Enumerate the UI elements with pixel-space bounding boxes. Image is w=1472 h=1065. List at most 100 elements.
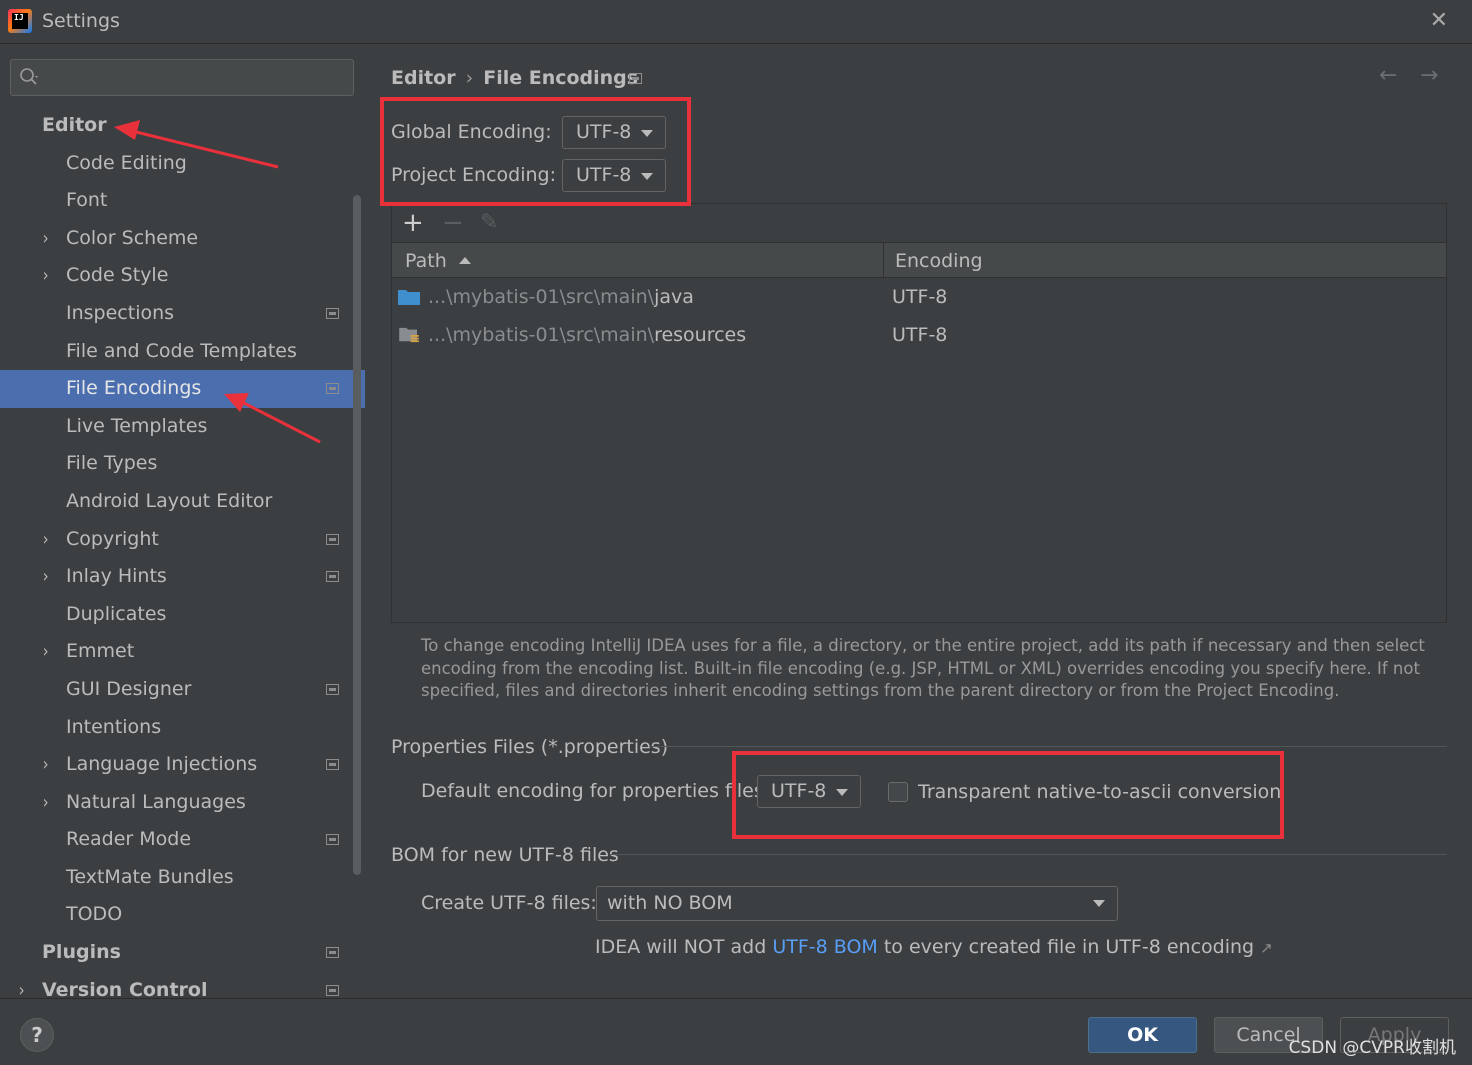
table-row[interactable]: ...\mybatis-01\src\main\java UTF-8 [392,278,1446,316]
sidebar-item-color-scheme[interactable]: › Color Scheme [0,220,350,258]
bom-note-before: IDEA will NOT add [595,936,773,958]
global-encoding-value: UTF-8 [576,121,632,143]
sidebar-item-inlay-hints[interactable]: › Inlay Hints [0,558,350,596]
breadcrumb-parent[interactable]: Editor [391,67,456,89]
sidebar-item-file-types[interactable]: File Types [0,445,350,483]
bom-select[interactable]: with NO BOM [596,886,1118,921]
sidebar-item-label: Reader Mode [66,828,192,851]
title-bar: IJ Settings ✕ [0,0,1472,44]
sidebar-item-label: Plugins [42,941,121,964]
section-separator [609,854,1447,855]
encoding-cell: UTF-8 [892,324,948,346]
sidebar-item-live-templates[interactable]: Live Templates [0,408,350,446]
sidebar-item-label: Natural Languages [66,790,246,813]
sidebar-item-inspections[interactable]: Inspections [0,295,350,333]
sidebar-item-intentions[interactable]: Intentions [0,709,350,747]
close-icon[interactable]: ✕ [1430,8,1448,33]
back-arrow-icon[interactable]: ← [1379,63,1397,88]
project-encoding-select[interactable]: UTF-8 [562,159,666,192]
properties-default-label: Default encoding for properties files: [421,780,771,802]
properties-encoding-select[interactable]: UTF-8 [757,775,861,808]
sidebar-item-code-style[interactable]: › Code Style [0,257,350,295]
sidebar-item-gui-designer[interactable]: GUI Designer [0,671,350,709]
chevron-right-icon[interactable]: › [43,558,49,596]
sidebar-item-label: File Types [66,452,158,475]
forward-arrow-icon[interactable]: → [1420,63,1438,88]
chevron-right-icon[interactable]: › [43,257,49,295]
path-encoding-panel: + − ✎ Path Encoding ...\mybatis-01\src\m… [391,203,1447,623]
chevron-right-icon[interactable]: › [43,784,49,822]
project-encoding-value: UTF-8 [576,164,632,186]
sidebar-item-label: Code Editing [66,151,187,174]
sidebar-item-textmate-bundles[interactable]: TextMate Bundles [0,859,350,897]
chevron-right-icon[interactable]: › [43,220,49,258]
breadcrumb: Editor › File Encodings [391,67,638,89]
help-button[interactable]: ? [20,1018,54,1052]
sidebar-item-label: Color Scheme [66,226,199,249]
sidebar-item-label: Inlay Hints [66,565,167,588]
project-scope-icon [326,571,339,583]
column-header-path-label: Path [405,250,447,272]
encoding-help-text: To change encoding IntelliJ IDEA uses fo… [421,636,1425,700]
sidebar-item-file-and-code-templates[interactable]: File and Code Templates [0,333,350,371]
sidebar-item-label: Language Injections [66,753,258,776]
sidebar-item-emmet[interactable]: › Emmet [0,633,350,671]
sidebar-item-reader-mode[interactable]: Reader Mode [0,821,350,859]
settings-tree: Editor Code Editing Font › Color Scheme › Code… [0,107,365,1009]
sidebar-item-label: File Encodings [66,377,202,400]
source-folder-icon [398,290,420,305]
sidebar-item-code-editing[interactable]: Code Editing [0,145,350,183]
sidebar-item-label: Live Templates [66,414,208,437]
sidebar-item-natural-languages[interactable]: › Natural Languages [0,784,350,822]
sidebar-item-duplicates[interactable]: Duplicates [0,596,350,634]
path-prefix: ...\mybatis-01\src\main\ [428,286,655,308]
table-row[interactable]: ...\mybatis-01\src\main\resources UTF-8 [392,316,1446,354]
sidebar-item-plugins[interactable]: Plugins [0,934,350,972]
sidebar-item-label: TODO [66,903,123,926]
sort-ascending-icon [458,257,471,264]
add-icon[interactable]: + [402,208,424,238]
sidebar-item-label: Inspections [66,301,175,324]
transparent-ascii-checkbox[interactable] [888,782,908,802]
project-scope-icon [326,759,339,771]
sidebar-item-copyright[interactable]: › Copyright [0,521,350,559]
column-header-encoding[interactable]: Encoding [895,243,983,279]
breadcrumb-current: File Encodings [483,67,639,89]
main-panel: Editor › File Encodings ← → Global Encodin… [365,45,1472,998]
dropdown-arrow-icon [1093,900,1105,907]
sidebar-item-font[interactable]: Font [0,182,350,220]
remove-icon[interactable]: − [442,208,464,238]
column-divider[interactable] [883,243,884,279]
sidebar-item-android-layout-editor[interactable]: Android Layout Editor [0,483,350,521]
global-encoding-label: Global Encoding: [391,121,552,143]
sidebar-item-language-injections[interactable]: › Language Injections [0,746,350,784]
chevron-right-icon[interactable]: › [43,633,49,671]
chevron-right-icon[interactable]: › [43,521,49,559]
sidebar-item-label: TextMate Bundles [66,865,234,888]
sidebar-item-label: File and Code Templates [66,339,297,362]
properties-section-title: Properties Files (*.properties) [391,736,669,758]
bom-select-value: with NO BOM [607,892,733,914]
sidebar-item-label: Android Layout Editor [66,489,273,512]
column-header-path[interactable]: Path [405,243,471,279]
bom-note: IDEA will NOT add UTF-8 BOM to every cre… [595,936,1273,958]
sidebar-scrollbar[interactable] [353,195,361,875]
settings-sidebar: Editor Code Editing Font › Color Scheme › Code… [0,45,365,1001]
sidebar-item-label: Copyright [66,527,159,550]
sidebar-item-editor[interactable]: Editor [0,107,350,145]
utf8-bom-link[interactable]: UTF-8 BOM [772,936,877,958]
sidebar-item-todo[interactable]: TODO [0,896,350,934]
search-input[interactable] [10,59,354,96]
project-scope-icon [629,73,642,84]
resources-folder-icon [399,327,419,343]
transparent-ascii-label[interactable]: Transparent native-to-ascii conversion [918,781,1281,803]
sidebar-item-file-encodings[interactable]: File Encodings [0,370,365,408]
global-encoding-select[interactable]: UTF-8 [562,116,666,149]
path-prefix: ...\mybatis-01\src\main\ [428,324,655,346]
ok-button[interactable]: OK [1088,1017,1197,1053]
path-name: java [654,286,694,308]
bom-note-after: to every created file in UTF-8 encoding [877,936,1255,958]
project-scope-icon [326,683,339,695]
edit-icon[interactable]: ✎ [480,208,498,238]
chevron-right-icon[interactable]: › [43,746,49,784]
